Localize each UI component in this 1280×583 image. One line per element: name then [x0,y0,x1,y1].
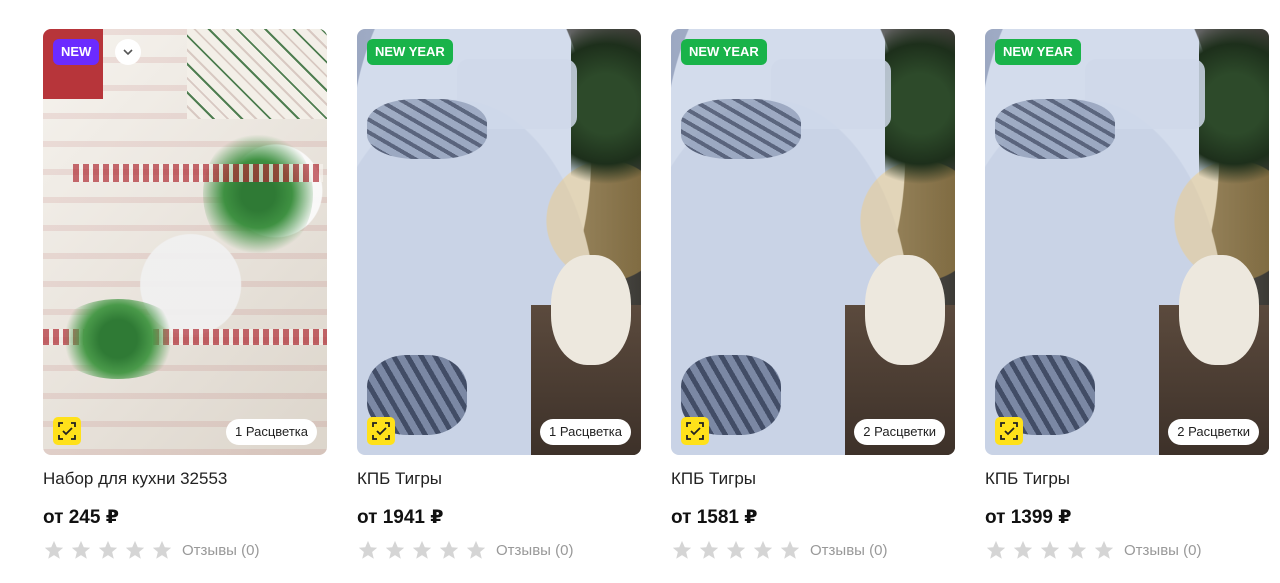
image-decor [1179,255,1259,365]
image-decor [1199,29,1269,279]
3d-view-icon [686,422,704,440]
image-decor [571,29,641,279]
product-image[interactable]: NEW YEAR 2 Расцветки [985,29,1269,455]
star-icon[interactable] [43,539,65,561]
reviews-link[interactable]: Отзывы (0) [810,542,887,559]
rating-row: Отзывы (0) [985,539,1269,561]
new-year-badge: NEW YEAR [995,39,1081,65]
star-icon[interactable] [671,539,693,561]
reviews-link[interactable]: Отзывы (0) [496,542,573,559]
star-icon[interactable] [725,539,747,561]
image-decor [995,99,1115,159]
product-card[interactable]: NEW 1 Расцветка Набор для кухни 32553 от… [43,29,327,561]
color-variants-label[interactable]: 1 Расцветка [226,419,317,445]
3d-view-button[interactable] [367,417,395,445]
color-variants-label[interactable]: 1 Расцветка [540,419,631,445]
product-title[interactable]: КПБ Тигры [671,469,955,489]
3d-view-button[interactable] [53,417,81,445]
star-icon[interactable] [752,539,774,561]
star-icon[interactable] [1039,539,1061,561]
star-icon[interactable] [411,539,433,561]
star-icon[interactable] [465,539,487,561]
product-card[interactable]: NEW YEAR 2 Расцветки КПБ Тигры от 1399 ₽… [985,29,1269,561]
star-icon[interactable] [438,539,460,561]
image-decor [551,255,631,365]
3d-view-icon [372,422,390,440]
product-image[interactable]: NEW 1 Расцветка [43,29,327,455]
product-title[interactable]: Набор для кухни 32553 [43,469,327,489]
color-variants-label[interactable]: 2 Расцветки [1168,419,1259,445]
star-icon[interactable] [1012,539,1034,561]
rating-row: Отзывы (0) [357,539,641,561]
product-price: от 1399 ₽ [985,507,1072,528]
3d-view-icon [1000,422,1018,440]
3d-view-button[interactable] [995,417,1023,445]
product-price: от 245 ₽ [43,507,119,528]
product-image[interactable]: NEW YEAR 2 Расцветки [671,29,955,455]
reviews-link[interactable]: Отзывы (0) [182,542,259,559]
star-icon[interactable] [1093,539,1115,561]
image-decor [53,299,183,379]
image-decor [203,129,313,259]
star-icon[interactable] [357,539,379,561]
expand-button[interactable] [115,39,141,65]
star-icon[interactable] [698,539,720,561]
image-decor [73,164,323,182]
star-icon[interactable] [985,539,1007,561]
star-icon[interactable] [1066,539,1088,561]
rating-row: Отзывы (0) [671,539,955,561]
star-icon[interactable] [779,539,801,561]
image-decor [681,99,801,159]
product-price: от 1941 ₽ [357,507,444,528]
product-image[interactable]: NEW YEAR 1 Расцветка [357,29,641,455]
product-card[interactable]: NEW YEAR 1 Расцветка КПБ Тигры от 1941 ₽… [357,29,641,561]
star-icon[interactable] [97,539,119,561]
rating-row: Отзывы (0) [43,539,327,561]
new-badge: NEW [53,39,100,65]
chevron-down-icon [123,49,133,56]
product-grid: NEW 1 Расцветка Набор для кухни 32553 от… [43,29,1269,561]
image-decor [187,29,327,119]
product-price: от 1581 ₽ [671,507,758,528]
3d-view-icon [58,422,76,440]
product-title[interactable]: КПБ Тигры [357,469,641,489]
reviews-link[interactable]: Отзывы (0) [1124,542,1201,559]
image-decor [885,29,955,279]
image-decor [367,99,487,159]
product-title[interactable]: КПБ Тигры [985,469,1269,489]
star-icon[interactable] [70,539,92,561]
3d-view-button[interactable] [681,417,709,445]
star-icon[interactable] [124,539,146,561]
new-year-badge: NEW YEAR [681,39,767,65]
color-variants-label[interactable]: 2 Расцветки [854,419,945,445]
product-card[interactable]: NEW YEAR 2 Расцветки КПБ Тигры от 1581 ₽… [671,29,955,561]
image-decor [865,255,945,365]
new-year-badge: NEW YEAR [367,39,453,65]
star-icon[interactable] [151,539,173,561]
star-icon[interactable] [384,539,406,561]
